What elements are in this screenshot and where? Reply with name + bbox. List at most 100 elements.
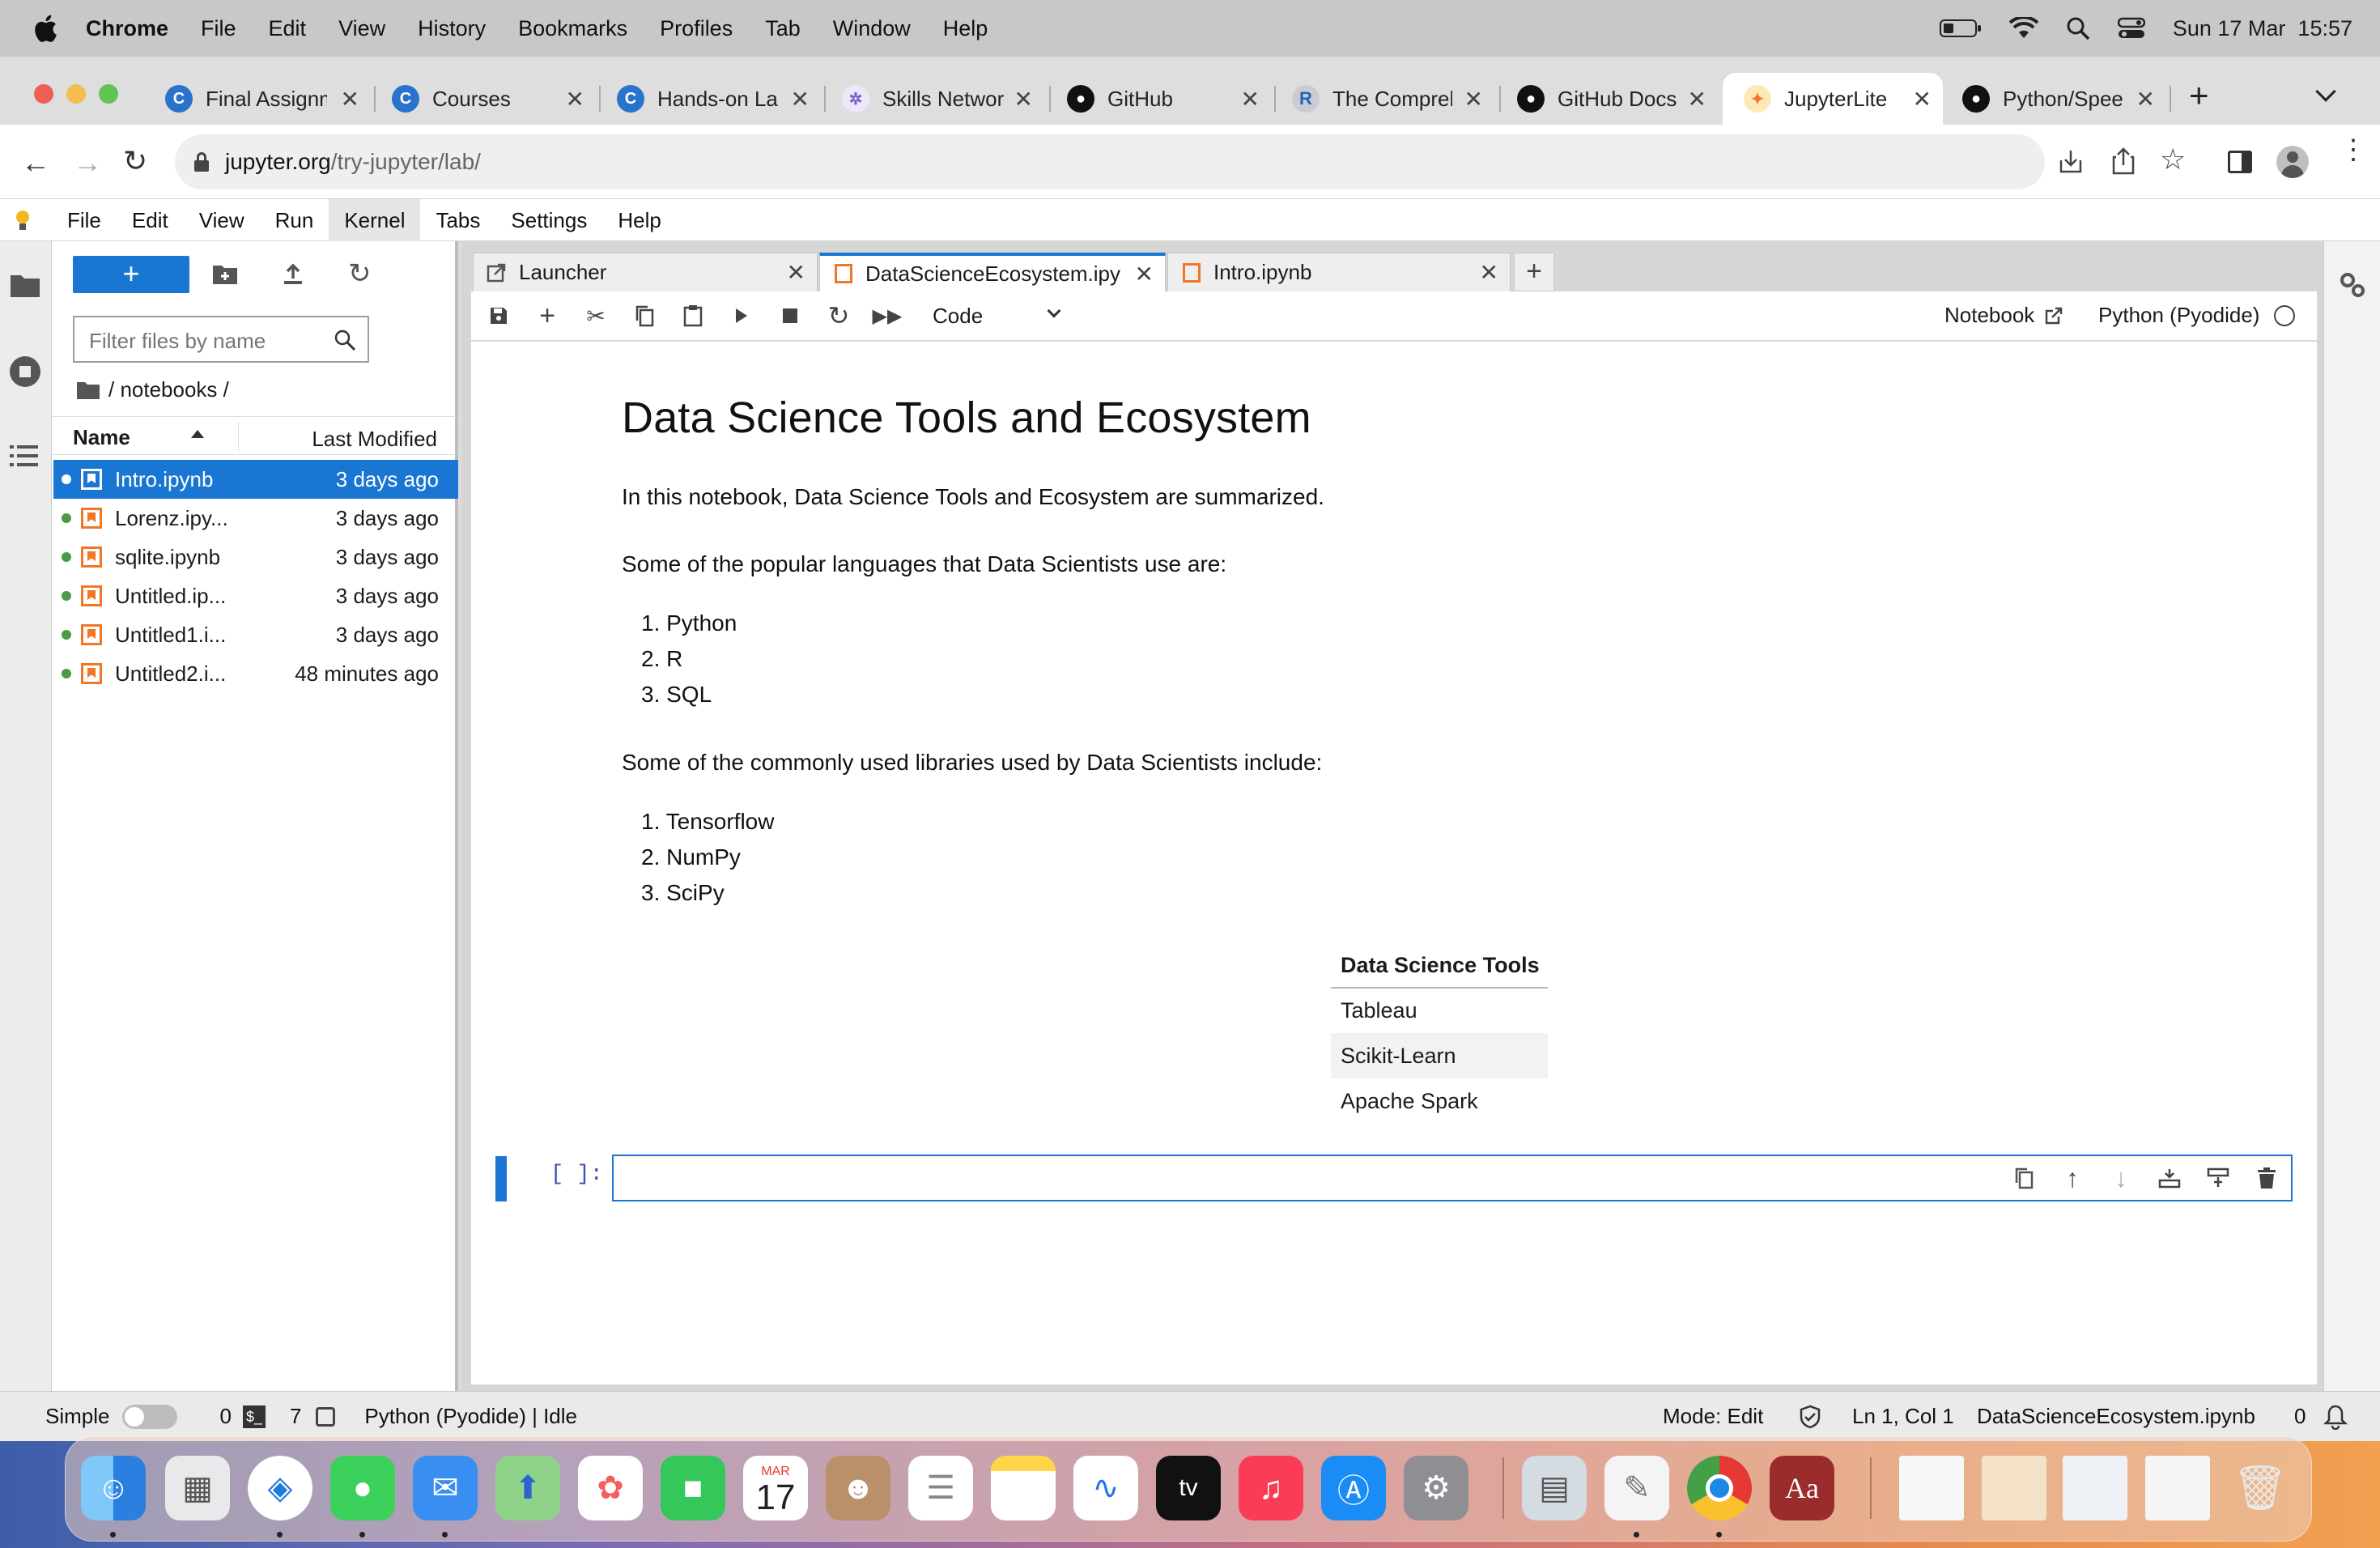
- menu-edit[interactable]: Edit: [269, 16, 307, 41]
- terminal-icon[interactable]: $_: [242, 1405, 266, 1428]
- copy-button[interactable]: [620, 291, 669, 341]
- kernels-count[interactable]: 7: [290, 1404, 301, 1429]
- preview-icon[interactable]: ▤: [1522, 1456, 1587, 1520]
- filter-files-input[interactable]: Filter files by name: [73, 316, 369, 363]
- app-store-icon[interactable]: Ⓐ: [1321, 1456, 1386, 1520]
- jupyter-menu-settings[interactable]: Settings: [495, 199, 602, 241]
- browser-tab[interactable]: C Hands-on Lab ✕: [617, 73, 810, 125]
- side-panel-icon[interactable]: [2228, 151, 2252, 173]
- browser-tab-active[interactable]: ✦ JupyterLite ✕: [1723, 73, 1943, 125]
- interrupt-kernel-button[interactable]: [766, 291, 814, 341]
- jupyter-menu-view[interactable]: View: [184, 199, 260, 241]
- folder-icon[interactable]: [76, 381, 100, 400]
- code-cell-editor[interactable]: ↑ ↓: [612, 1155, 2293, 1201]
- menu-history[interactable]: History: [418, 16, 486, 41]
- safari-icon[interactable]: ◈: [248, 1456, 312, 1520]
- tab-intro[interactable]: Intro.ipynb ✕: [1167, 253, 1511, 291]
- finder-icon[interactable]: ☺: [81, 1456, 146, 1520]
- restart-kernel-button[interactable]: ↻: [814, 291, 863, 341]
- close-tab-icon[interactable]: ✕: [791, 86, 810, 113]
- file-row[interactable]: Untitled2.i... 48 minutes ago: [53, 654, 458, 693]
- add-tab-button[interactable]: +: [1514, 253, 1554, 291]
- running-kernels-icon[interactable]: [10, 356, 40, 387]
- file-row[interactable]: Intro.ipynb 3 days ago: [53, 460, 458, 499]
- close-tab-icon[interactable]: ✕: [787, 259, 805, 286]
- messages-icon[interactable]: ●: [330, 1456, 395, 1520]
- terminals-count[interactable]: 0: [219, 1404, 231, 1429]
- browser-tab[interactable]: C Courses ✕: [392, 73, 584, 125]
- forward-arrow-icon[interactable]: →: [73, 146, 102, 180]
- install-app-icon[interactable]: [2058, 149, 2084, 175]
- file-row[interactable]: Lorenz.ipy... 3 days ago: [53, 499, 458, 538]
- move-cell-up-button[interactable]: ↑: [2048, 1163, 2097, 1193]
- notification-count[interactable]: 0: [2294, 1404, 2306, 1429]
- jupyter-menu-file[interactable]: File: [52, 199, 117, 241]
- menu-file[interactable]: File: [201, 16, 236, 41]
- dictionary-icon[interactable]: Aa: [1770, 1456, 1834, 1520]
- lock-icon[interactable]: [194, 152, 209, 172]
- duplicate-cell-button[interactable]: [2000, 1167, 2048, 1189]
- zoom-window-button[interactable]: [99, 84, 118, 104]
- folder-icon[interactable]: [10, 272, 40, 298]
- close-tab-icon[interactable]: ✕: [1688, 86, 1706, 113]
- close-tab-icon[interactable]: ✕: [1241, 86, 1260, 113]
- menu-bookmarks[interactable]: Bookmarks: [518, 16, 627, 41]
- bell-icon[interactable]: [2323, 1404, 2348, 1430]
- music-icon[interactable]: ♫: [1239, 1456, 1303, 1520]
- menu-view[interactable]: View: [338, 16, 385, 41]
- column-name[interactable]: Name: [73, 425, 130, 450]
- tab-launcher[interactable]: Launcher ✕: [473, 253, 818, 291]
- restart-run-all-button[interactable]: ▶▶: [863, 291, 912, 341]
- spotlight-search-icon[interactable]: [2066, 16, 2090, 40]
- reminders-icon[interactable]: ☰: [908, 1456, 973, 1520]
- app-menu-chrome[interactable]: Chrome: [86, 16, 168, 41]
- open-in-notebook-button[interactable]: Notebook: [1944, 303, 2063, 328]
- recent-item-thumbnail[interactable]: [1982, 1456, 2046, 1520]
- recent-item-thumbnail[interactable]: [2145, 1456, 2210, 1520]
- reload-icon[interactable]: ↻: [123, 144, 147, 178]
- chrome-menu-kebab-icon[interactable]: ⋮: [2340, 136, 2367, 164]
- close-window-button[interactable]: [34, 84, 53, 104]
- jupyter-menu-kernel[interactable]: Kernel: [329, 198, 421, 241]
- column-last-modified[interactable]: Last Modified: [312, 427, 437, 452]
- menu-window[interactable]: Window: [833, 16, 911, 41]
- close-tab-icon[interactable]: ✕: [1135, 261, 1154, 287]
- battery-icon[interactable]: [1939, 19, 1982, 38]
- close-tab-icon[interactable]: ✕: [566, 86, 584, 113]
- apple-icon[interactable]: [31, 14, 58, 43]
- document-icon[interactable]: [1899, 1456, 1964, 1520]
- tab-datascienceecosystem[interactable]: DataScienceEcosystem.ipy ✕: [819, 253, 1166, 291]
- share-icon[interactable]: [2111, 147, 2136, 175]
- kernel-name-button[interactable]: Python (Pyodide): [2098, 303, 2296, 328]
- browser-tab[interactable]: ✲ Skills Network ✕: [842, 73, 1033, 125]
- menu-tab[interactable]: Tab: [765, 16, 801, 41]
- textedit-icon[interactable]: ✎: [1604, 1456, 1669, 1520]
- maps-icon[interactable]: ⬆: [495, 1456, 560, 1520]
- launchpad-icon[interactable]: ▦: [165, 1456, 230, 1520]
- close-tab-icon[interactable]: ✕: [1464, 86, 1483, 113]
- table-of-contents-icon[interactable]: [10, 444, 39, 468]
- photos-icon[interactable]: ✿: [578, 1456, 643, 1520]
- delete-cell-button[interactable]: [2242, 1167, 2291, 1189]
- notes-icon[interactable]: [991, 1456, 1056, 1520]
- browser-tab[interactable]: C Final Assignment ✕: [165, 73, 359, 125]
- mail-icon[interactable]: ✉: [413, 1456, 478, 1520]
- save-button[interactable]: [474, 291, 523, 341]
- menu-profiles[interactable]: Profiles: [660, 16, 733, 41]
- file-row[interactable]: Untitled.ip... 3 days ago: [53, 576, 458, 615]
- clock[interactable]: Sun 17 Mar 15:57: [2173, 16, 2352, 41]
- shield-check-icon[interactable]: [1799, 1405, 1821, 1429]
- upload-icon[interactable]: [282, 262, 304, 285]
- close-tab-icon[interactable]: ✕: [2136, 86, 2155, 113]
- browser-tab[interactable]: R The Comprehensive R ✕: [1292, 73, 1483, 125]
- apple-tv-icon[interactable]: tv: [1156, 1456, 1221, 1520]
- address-bar[interactable]: jupyter.org/try-jupyter/lab/: [175, 134, 2045, 189]
- back-arrow-icon[interactable]: ←: [21, 146, 50, 180]
- minimize-window-button[interactable]: [66, 84, 86, 104]
- close-tab-icon[interactable]: ✕: [1913, 86, 1932, 113]
- file-row[interactable]: Untitled1.i... 3 days ago: [53, 615, 458, 654]
- new-tab-button[interactable]: +: [2189, 76, 2209, 115]
- cut-button[interactable]: ✂: [572, 291, 620, 341]
- profile-avatar-icon[interactable]: [2276, 146, 2309, 178]
- cursor-position[interactable]: Ln 1, Col 1: [1852, 1404, 1954, 1429]
